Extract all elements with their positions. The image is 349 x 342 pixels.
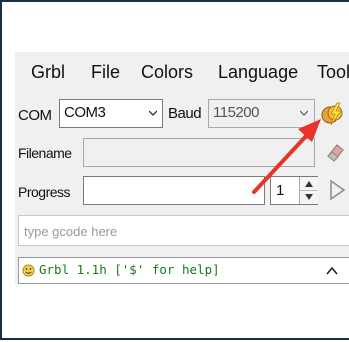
menu-colors[interactable]: Colors [141, 62, 193, 83]
menu-grbl[interactable]: Grbl [31, 62, 65, 83]
app-window: Grbl File Colors Language Tool COM COM3 … [0, 0, 349, 340]
console-line: Grbl 1.1h ['$' for help] [39, 262, 220, 277]
com-port-select[interactable]: COM3 [59, 99, 163, 128]
main-panel: Grbl File Colors Language Tool COM COM3 … [15, 52, 349, 284]
gcode-placeholder: type gcode here [24, 224, 118, 239]
repeat-count-value: 1 [276, 182, 284, 199]
console-panel: Grbl 1.1h ['$' for help] [18, 257, 349, 284]
baud-rate-select[interactable]: 115200 [208, 99, 315, 128]
com-label: COM [18, 107, 52, 124]
baud-label: Baud [168, 105, 202, 122]
spinner-buttons[interactable] [299, 177, 318, 204]
com-port-value: COM3 [64, 104, 106, 121]
menu-bar: Grbl File Colors Language Tool [15, 52, 349, 92]
filename-label: Filename [18, 145, 72, 161]
smiley-icon [22, 264, 35, 277]
menu-tool[interactable]: Tool [317, 62, 349, 83]
baud-rate-value: 115200 [213, 104, 259, 121]
menu-file[interactable]: File [91, 62, 120, 83]
progress-bar [83, 176, 265, 205]
menu-language[interactable]: Language [218, 62, 298, 83]
filename-field[interactable] [83, 138, 315, 167]
chevron-down-icon [300, 110, 308, 116]
connect-icon[interactable] [320, 101, 346, 127]
repeat-count-spinner[interactable]: 1 [270, 176, 318, 205]
spin-up-icon[interactable] [304, 180, 314, 188]
spin-down-icon[interactable] [304, 193, 314, 201]
gcode-input[interactable]: type gcode here [18, 215, 349, 246]
chevron-down-icon [149, 110, 157, 116]
scroll-up-icon[interactable] [326, 266, 338, 276]
eraser-icon[interactable] [324, 141, 346, 163]
play-icon[interactable] [328, 179, 346, 201]
progress-label: Progress [18, 184, 71, 200]
